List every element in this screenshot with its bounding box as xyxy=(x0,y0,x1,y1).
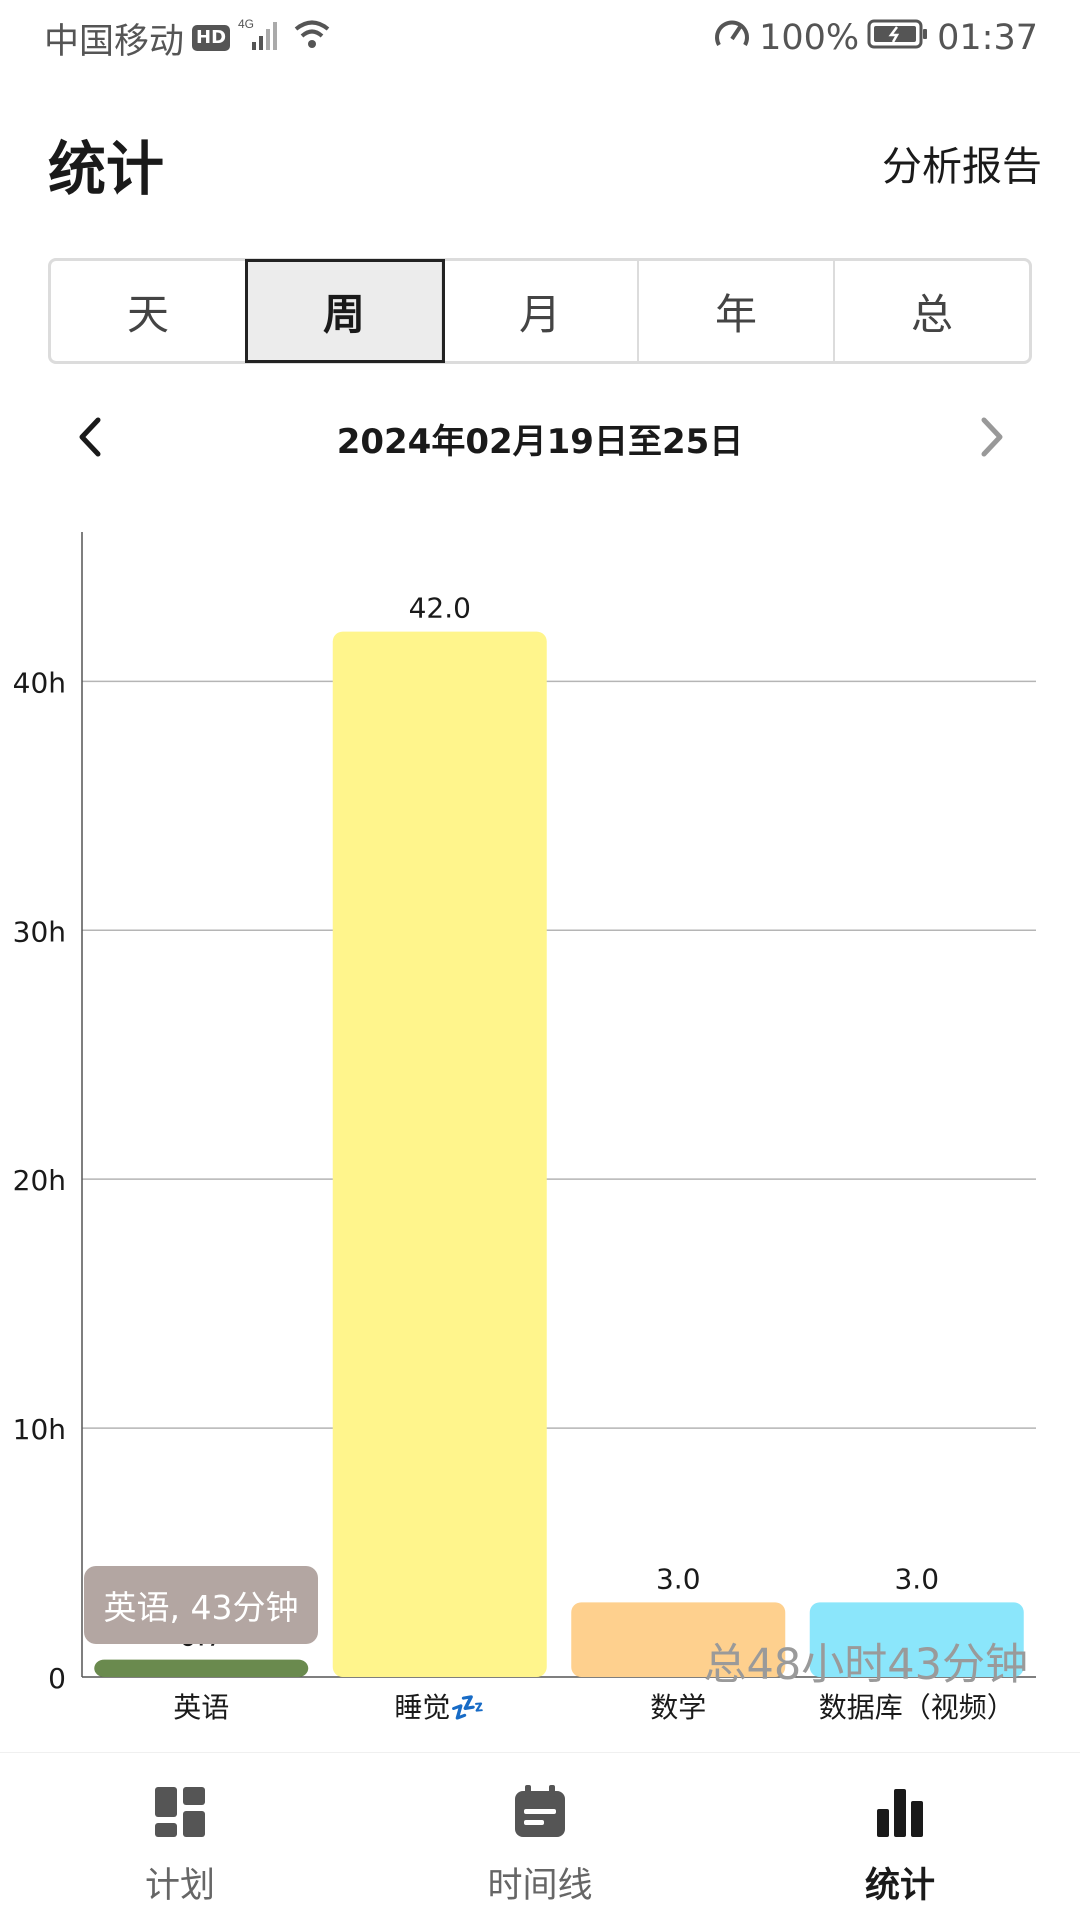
chevron-right-icon[interactable] xyxy=(972,412,1012,462)
signal-icon: 4G xyxy=(238,16,284,61)
bar-value-label: 3.0 xyxy=(894,1562,939,1595)
x-tick-label: 数学 xyxy=(650,1691,706,1724)
clock: 01:37 xyxy=(937,18,1038,58)
carrier-label: 中国移动 xyxy=(44,21,185,62)
x-tick-label: 睡觉💤 xyxy=(394,1691,485,1724)
status-bar: 中国移动 HD 4G 100% 01:37 xyxy=(0,0,1080,76)
time-bar-chart: 010h20h30h40h0.7英语42.0睡觉💤3.0数学3.0数据库（视频） xyxy=(0,520,1080,1740)
status-right: 100% 01:37 xyxy=(713,14,1038,62)
y-tick-label: 0 xyxy=(48,1662,66,1695)
speed-icon xyxy=(713,15,751,62)
bar-value-label: 3.0 xyxy=(656,1562,701,1595)
total-duration: 总48小时43分钟 xyxy=(703,1640,1028,1690)
nav-stats[interactable]: 统计 xyxy=(720,1753,1080,1921)
y-tick-label: 10h xyxy=(13,1413,66,1446)
page-title: 统计 xyxy=(48,135,165,203)
hd-badge: HD xyxy=(192,25,231,51)
tab-week[interactable]: 周 xyxy=(245,259,445,363)
period-tabs: 天 周 月 年 总 xyxy=(48,258,1032,364)
y-tick-label: 40h xyxy=(13,666,66,699)
date-range-label: 2024年02月19日至25日 xyxy=(336,422,744,462)
x-tick-label: 数据库（视频） xyxy=(819,1691,1015,1724)
battery-icon xyxy=(867,18,929,59)
network-type: 4G xyxy=(238,17,254,31)
calendar-icon xyxy=(515,1785,565,1837)
tab-year[interactable]: 年 xyxy=(639,261,835,361)
dashboard-icon xyxy=(155,1787,205,1837)
bar xyxy=(332,631,547,1677)
tab-total[interactable]: 总 xyxy=(835,261,1029,361)
bar-tooltip: 英语, 43分钟 xyxy=(84,1566,318,1644)
nav-plan-label: 计划 xyxy=(144,1866,215,1906)
y-tick-label: 30h xyxy=(13,915,66,948)
chart-svg: 010h20h30h40h0.7英语42.0睡觉💤3.0数学3.0数据库（视频） xyxy=(13,532,1036,1724)
tab-day[interactable]: 天 xyxy=(51,261,247,361)
status-left: 中国移动 HD 4G xyxy=(44,14,332,62)
tab-month[interactable]: 月 xyxy=(443,261,639,361)
battery-percent: 100% xyxy=(759,18,860,58)
bar xyxy=(94,1659,309,1677)
bar-chart-icon xyxy=(877,1789,923,1837)
analysis-report-button[interactable]: 分析报告 xyxy=(882,134,1042,192)
nav-timeline[interactable]: 时间线 xyxy=(360,1753,720,1921)
bar-value-label: 42.0 xyxy=(409,592,471,625)
x-tick-label: 英语 xyxy=(173,1691,229,1724)
y-tick-label: 20h xyxy=(13,1164,66,1197)
nav-plan[interactable]: 计划 xyxy=(0,1753,360,1921)
nav-timeline-label: 时间线 xyxy=(487,1866,593,1906)
nav-stats-label: 统计 xyxy=(864,1866,935,1906)
bottom-nav: 计划 时间线 统计 xyxy=(0,1752,1080,1921)
wifi-icon xyxy=(292,16,332,61)
